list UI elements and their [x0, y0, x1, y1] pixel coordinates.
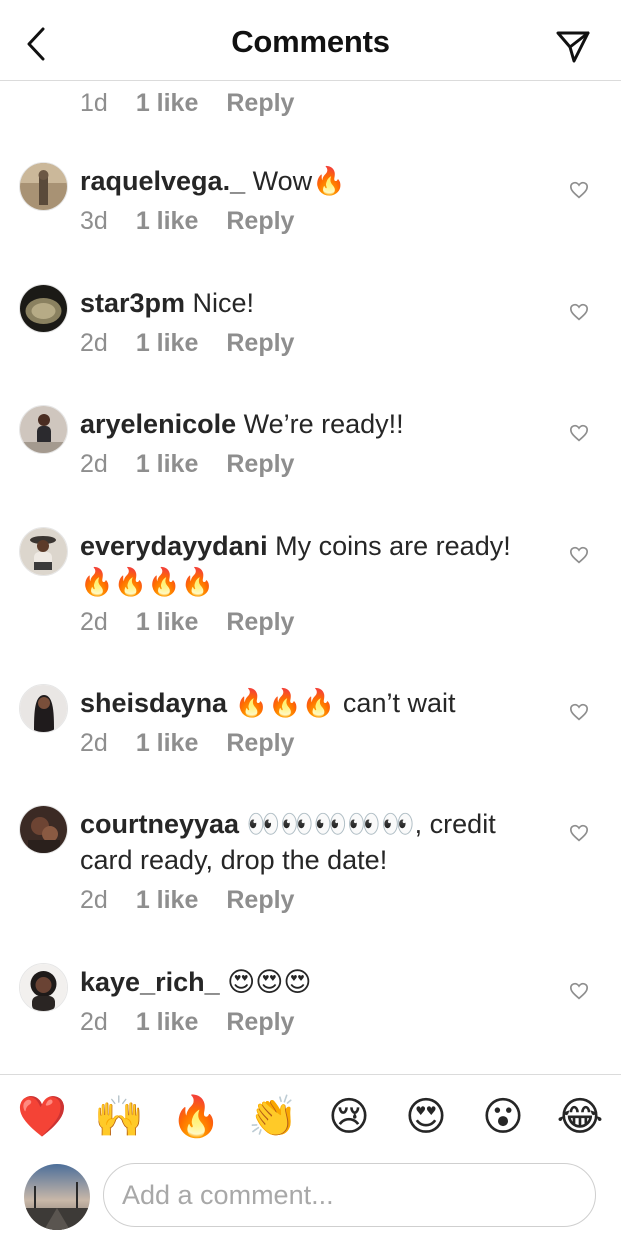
comment-body: Nice! — [185, 288, 255, 318]
page-title: Comments — [231, 24, 390, 59]
reply-button[interactable]: Reply — [226, 207, 294, 236]
comment-username[interactable]: kaye_rich_ — [80, 967, 220, 997]
avatar[interactable] — [19, 963, 68, 1012]
avatar[interactable] — [19, 527, 68, 576]
header: Comments — [0, 0, 621, 81]
current-user-avatar — [24, 1164, 90, 1230]
comment-meta: 2d 1 like Reply — [80, 886, 294, 915]
heart-outline-icon — [569, 824, 589, 842]
like-button[interactable] — [567, 700, 591, 724]
like-button[interactable] — [567, 979, 591, 1003]
comment-meta: 1d 1 like Reply — [80, 89, 294, 118]
comment-meta: 2d 1 like Reply — [80, 729, 294, 758]
comment-time: 2d — [80, 886, 108, 914]
comment-meta: 3d 1 like Reply — [80, 207, 294, 236]
comment-likes[interactable]: 1 like — [136, 1008, 199, 1037]
comment-likes[interactable]: 1 like — [136, 450, 199, 479]
reply-button[interactable]: Reply — [226, 608, 294, 637]
like-button[interactable] — [567, 421, 591, 445]
reply-button[interactable]: Reply — [226, 450, 294, 479]
comment-text: aryelenicole We’re ready!! — [80, 406, 540, 442]
reply-button[interactable]: Reply — [226, 1008, 294, 1037]
comment-meta: 2d 1 like Reply — [80, 608, 294, 637]
reaction-raised-hands[interactable]: 🙌 — [94, 1093, 144, 1141]
avatar[interactable] — [19, 805, 68, 854]
comment-meta: 2d 1 like Reply — [80, 450, 294, 479]
comment-time: 1d — [80, 89, 108, 117]
comment-time: 2d — [80, 1008, 108, 1036]
comment-composer — [0, 1160, 621, 1240]
comment-username[interactable]: everydayydani — [80, 531, 268, 561]
reaction-heart[interactable]: ❤️ — [17, 1093, 67, 1141]
heart-outline-icon — [569, 303, 589, 321]
comment-text: everydayydani My coins are ready! 🔥🔥🔥🔥 — [80, 528, 540, 600]
comment-meta: 2d 1 like Reply — [80, 329, 294, 358]
comment-list[interactable]: 1d 1 like Reply raquelvega._ Wow🔥 3d 1 l… — [0, 81, 621, 1074]
comment-time: 2d — [80, 729, 108, 757]
avatar[interactable] — [19, 405, 68, 454]
comment-input[interactable] — [103, 1163, 596, 1227]
comment-likes[interactable]: 1 like — [136, 89, 199, 118]
reaction-clap[interactable]: 👏 — [248, 1093, 298, 1141]
like-button[interactable] — [567, 821, 591, 845]
comment-time: 2d — [80, 450, 108, 478]
quick-reaction-bar: ❤️ 🙌 🔥 👏 😢 😍 😮 😂 — [0, 1074, 621, 1161]
reaction-surprised[interactable]: 😮 — [479, 1093, 527, 1141]
like-button[interactable] — [567, 543, 591, 567]
reply-button[interactable]: Reply — [226, 886, 294, 915]
reaction-heart-eyes[interactable]: 😍 — [402, 1093, 450, 1141]
share-button[interactable] — [551, 25, 595, 69]
comment-username[interactable]: aryelenicole — [80, 409, 236, 439]
comment-text: courtneyyaa 👀👀👀👀👀, credit card ready, dr… — [80, 806, 540, 878]
avatar[interactable] — [19, 162, 68, 211]
comment-time: 2d — [80, 329, 108, 357]
heart-outline-icon — [569, 703, 589, 721]
comment-likes[interactable]: 1 like — [136, 886, 199, 915]
reply-button[interactable]: Reply — [226, 329, 294, 358]
comment-time: 3d — [80, 207, 108, 235]
comment-meta: 2d 1 like Reply — [80, 1008, 294, 1037]
comment-body: 🔥🔥🔥 can’t wait — [227, 688, 456, 718]
reaction-fire[interactable]: 🔥 — [171, 1093, 221, 1141]
comment-likes[interactable]: 1 like — [136, 608, 199, 637]
like-button[interactable] — [567, 300, 591, 324]
paper-plane-icon — [556, 31, 590, 63]
comment-text: raquelvega._ Wow🔥 — [80, 163, 540, 199]
reply-button[interactable]: Reply — [226, 729, 294, 758]
comment-likes[interactable]: 1 like — [136, 729, 199, 758]
comment-time: 2d — [80, 608, 108, 636]
comment-likes[interactable]: 1 like — [136, 329, 199, 358]
comment-body: Wow🔥 — [245, 166, 346, 196]
comment-text: sheisdayna 🔥🔥🔥 can’t wait — [80, 685, 540, 721]
comment-username[interactable]: sheisdayna — [80, 688, 227, 718]
like-button[interactable] — [567, 178, 591, 202]
reaction-laughing[interactable]: 😂 — [556, 1093, 604, 1141]
comment-username[interactable]: raquelvega._ — [80, 166, 245, 196]
heart-outline-icon — [569, 546, 589, 564]
heart-outline-icon — [569, 982, 589, 1000]
avatar[interactable] — [19, 684, 68, 733]
reply-button[interactable]: Reply — [226, 89, 294, 118]
comment-likes[interactable]: 1 like — [136, 207, 199, 236]
comment-username[interactable]: courtneyyaa — [80, 809, 239, 839]
comment-username[interactable]: star3pm — [80, 288, 185, 318]
comment-text: kaye_rich_ 😍😍😍 — [80, 964, 540, 1000]
heart-outline-icon — [569, 424, 589, 442]
heart-outline-icon — [569, 181, 589, 199]
comment-body: 😍😍😍 — [219, 967, 312, 997]
comment-body: We’re ready!! — [236, 409, 404, 439]
comment-text: star3pm Nice! — [80, 285, 540, 321]
reaction-crying[interactable]: 😢 — [325, 1093, 373, 1141]
avatar[interactable] — [19, 284, 68, 333]
